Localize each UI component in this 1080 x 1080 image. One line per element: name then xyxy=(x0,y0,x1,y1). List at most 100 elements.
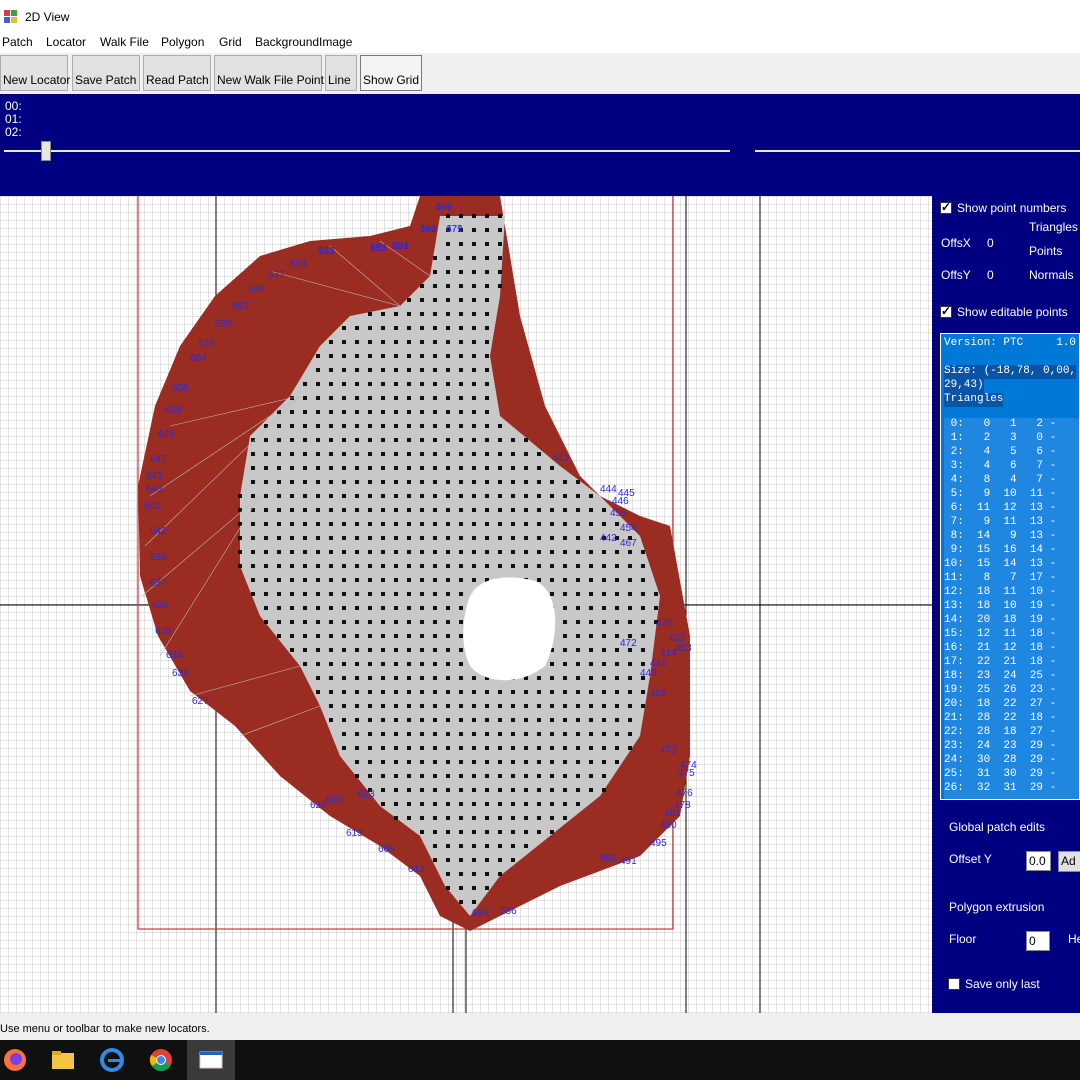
mesh-point[interactable] xyxy=(342,382,346,386)
mesh-point[interactable] xyxy=(472,368,476,372)
mesh-point[interactable] xyxy=(433,256,437,260)
mesh-point[interactable] xyxy=(290,410,294,414)
mesh-point[interactable] xyxy=(238,564,242,568)
mesh-point[interactable] xyxy=(368,550,372,554)
mesh-point[interactable] xyxy=(485,228,489,232)
mesh-point[interactable] xyxy=(485,396,489,400)
mesh-point[interactable] xyxy=(485,746,489,750)
mesh-point[interactable] xyxy=(355,424,359,428)
mesh-point[interactable] xyxy=(472,452,476,456)
mesh-point[interactable] xyxy=(394,634,398,638)
mesh-point[interactable] xyxy=(563,634,567,638)
mesh-point[interactable] xyxy=(485,830,489,834)
mesh-point[interactable] xyxy=(511,788,515,792)
mesh-point[interactable] xyxy=(407,312,411,316)
mesh-point[interactable] xyxy=(277,564,281,568)
mesh-point[interactable] xyxy=(368,760,372,764)
mesh-point[interactable] xyxy=(459,494,463,498)
mesh-point[interactable] xyxy=(472,900,476,904)
mesh-point[interactable] xyxy=(381,466,385,470)
menu-locator[interactable]: Locator xyxy=(46,35,86,49)
mesh-point[interactable] xyxy=(420,704,424,708)
mesh-point[interactable] xyxy=(277,494,281,498)
menu-background-image[interactable]: BackgroundImage xyxy=(255,35,352,49)
mesh-point[interactable] xyxy=(511,452,515,456)
mesh-point[interactable] xyxy=(342,690,346,694)
mesh-point[interactable] xyxy=(394,620,398,624)
mesh-point[interactable] xyxy=(290,480,294,484)
mesh-point[interactable] xyxy=(459,816,463,820)
mesh-point[interactable] xyxy=(459,256,463,260)
mesh-point[interactable] xyxy=(433,788,437,792)
mesh-point[interactable] xyxy=(433,774,437,778)
mesh-point[interactable] xyxy=(537,494,541,498)
mesh-point[interactable] xyxy=(472,788,476,792)
mesh-point[interactable] xyxy=(459,704,463,708)
mesh-point[interactable] xyxy=(381,788,385,792)
app-window-icon[interactable] xyxy=(199,1048,223,1072)
mesh-point[interactable] xyxy=(251,592,255,596)
add-button[interactable]: Ad xyxy=(1058,851,1080,872)
mesh-point[interactable] xyxy=(576,760,580,764)
mesh-point[interactable] xyxy=(563,802,567,806)
mesh-point[interactable] xyxy=(446,550,450,554)
mesh-point[interactable] xyxy=(459,718,463,722)
mesh-point[interactable] xyxy=(654,606,658,610)
mesh-point[interactable] xyxy=(420,410,424,414)
mesh-point[interactable] xyxy=(316,368,320,372)
chrome-icon[interactable] xyxy=(149,1048,173,1072)
mesh-point[interactable] xyxy=(342,354,346,358)
mesh-point[interactable] xyxy=(472,732,476,736)
mesh-point[interactable] xyxy=(459,886,463,890)
mesh-point[interactable] xyxy=(459,564,463,568)
mesh-point[interactable] xyxy=(264,592,268,596)
mesh-point[interactable] xyxy=(407,494,411,498)
mesh-point[interactable] xyxy=(498,844,502,848)
mesh-point[interactable] xyxy=(589,718,593,722)
mesh-point[interactable] xyxy=(277,550,281,554)
mesh-point[interactable] xyxy=(303,438,307,442)
mesh-point[interactable] xyxy=(459,788,463,792)
mesh-point[interactable] xyxy=(550,578,554,582)
mesh-point[interactable] xyxy=(654,592,658,596)
mesh-point[interactable] xyxy=(537,676,541,680)
mesh-point[interactable] xyxy=(563,704,567,708)
mesh-point[interactable] xyxy=(446,634,450,638)
mesh-point[interactable] xyxy=(472,760,476,764)
mesh-point[interactable] xyxy=(615,634,619,638)
mesh-point[interactable] xyxy=(355,466,359,470)
mesh-point[interactable] xyxy=(394,648,398,652)
mesh-point[interactable] xyxy=(316,592,320,596)
mesh-point[interactable] xyxy=(459,648,463,652)
mesh-point[interactable] xyxy=(537,452,541,456)
mesh-point[interactable] xyxy=(472,872,476,876)
mesh-point[interactable] xyxy=(446,242,450,246)
mesh-point[interactable] xyxy=(641,662,645,666)
mesh-point[interactable] xyxy=(472,354,476,358)
mesh-point[interactable] xyxy=(459,354,463,358)
mesh-point[interactable] xyxy=(407,410,411,414)
mesh-point[interactable] xyxy=(641,564,645,568)
mesh-point[interactable] xyxy=(394,522,398,526)
mesh-point[interactable] xyxy=(381,760,385,764)
mesh-point[interactable] xyxy=(550,760,554,764)
mesh-point[interactable] xyxy=(615,676,619,680)
mesh-point[interactable] xyxy=(576,536,580,540)
mesh-point[interactable] xyxy=(394,312,398,316)
mesh-point[interactable] xyxy=(472,214,476,218)
mesh-point[interactable] xyxy=(433,466,437,470)
mesh-point[interactable] xyxy=(329,466,333,470)
mesh-point[interactable] xyxy=(394,340,398,344)
mesh-point[interactable] xyxy=(316,522,320,526)
mesh-point[interactable] xyxy=(446,648,450,652)
mesh-point[interactable] xyxy=(433,676,437,680)
mesh-point[interactable] xyxy=(472,564,476,568)
mesh-point[interactable] xyxy=(459,690,463,694)
mesh-point[interactable] xyxy=(407,606,411,610)
mesh-point[interactable] xyxy=(381,606,385,610)
mesh-point[interactable] xyxy=(472,536,476,540)
mesh-point[interactable] xyxy=(381,704,385,708)
mesh-point[interactable] xyxy=(446,340,450,344)
mesh-point[interactable] xyxy=(576,634,580,638)
mesh-point[interactable] xyxy=(342,718,346,722)
